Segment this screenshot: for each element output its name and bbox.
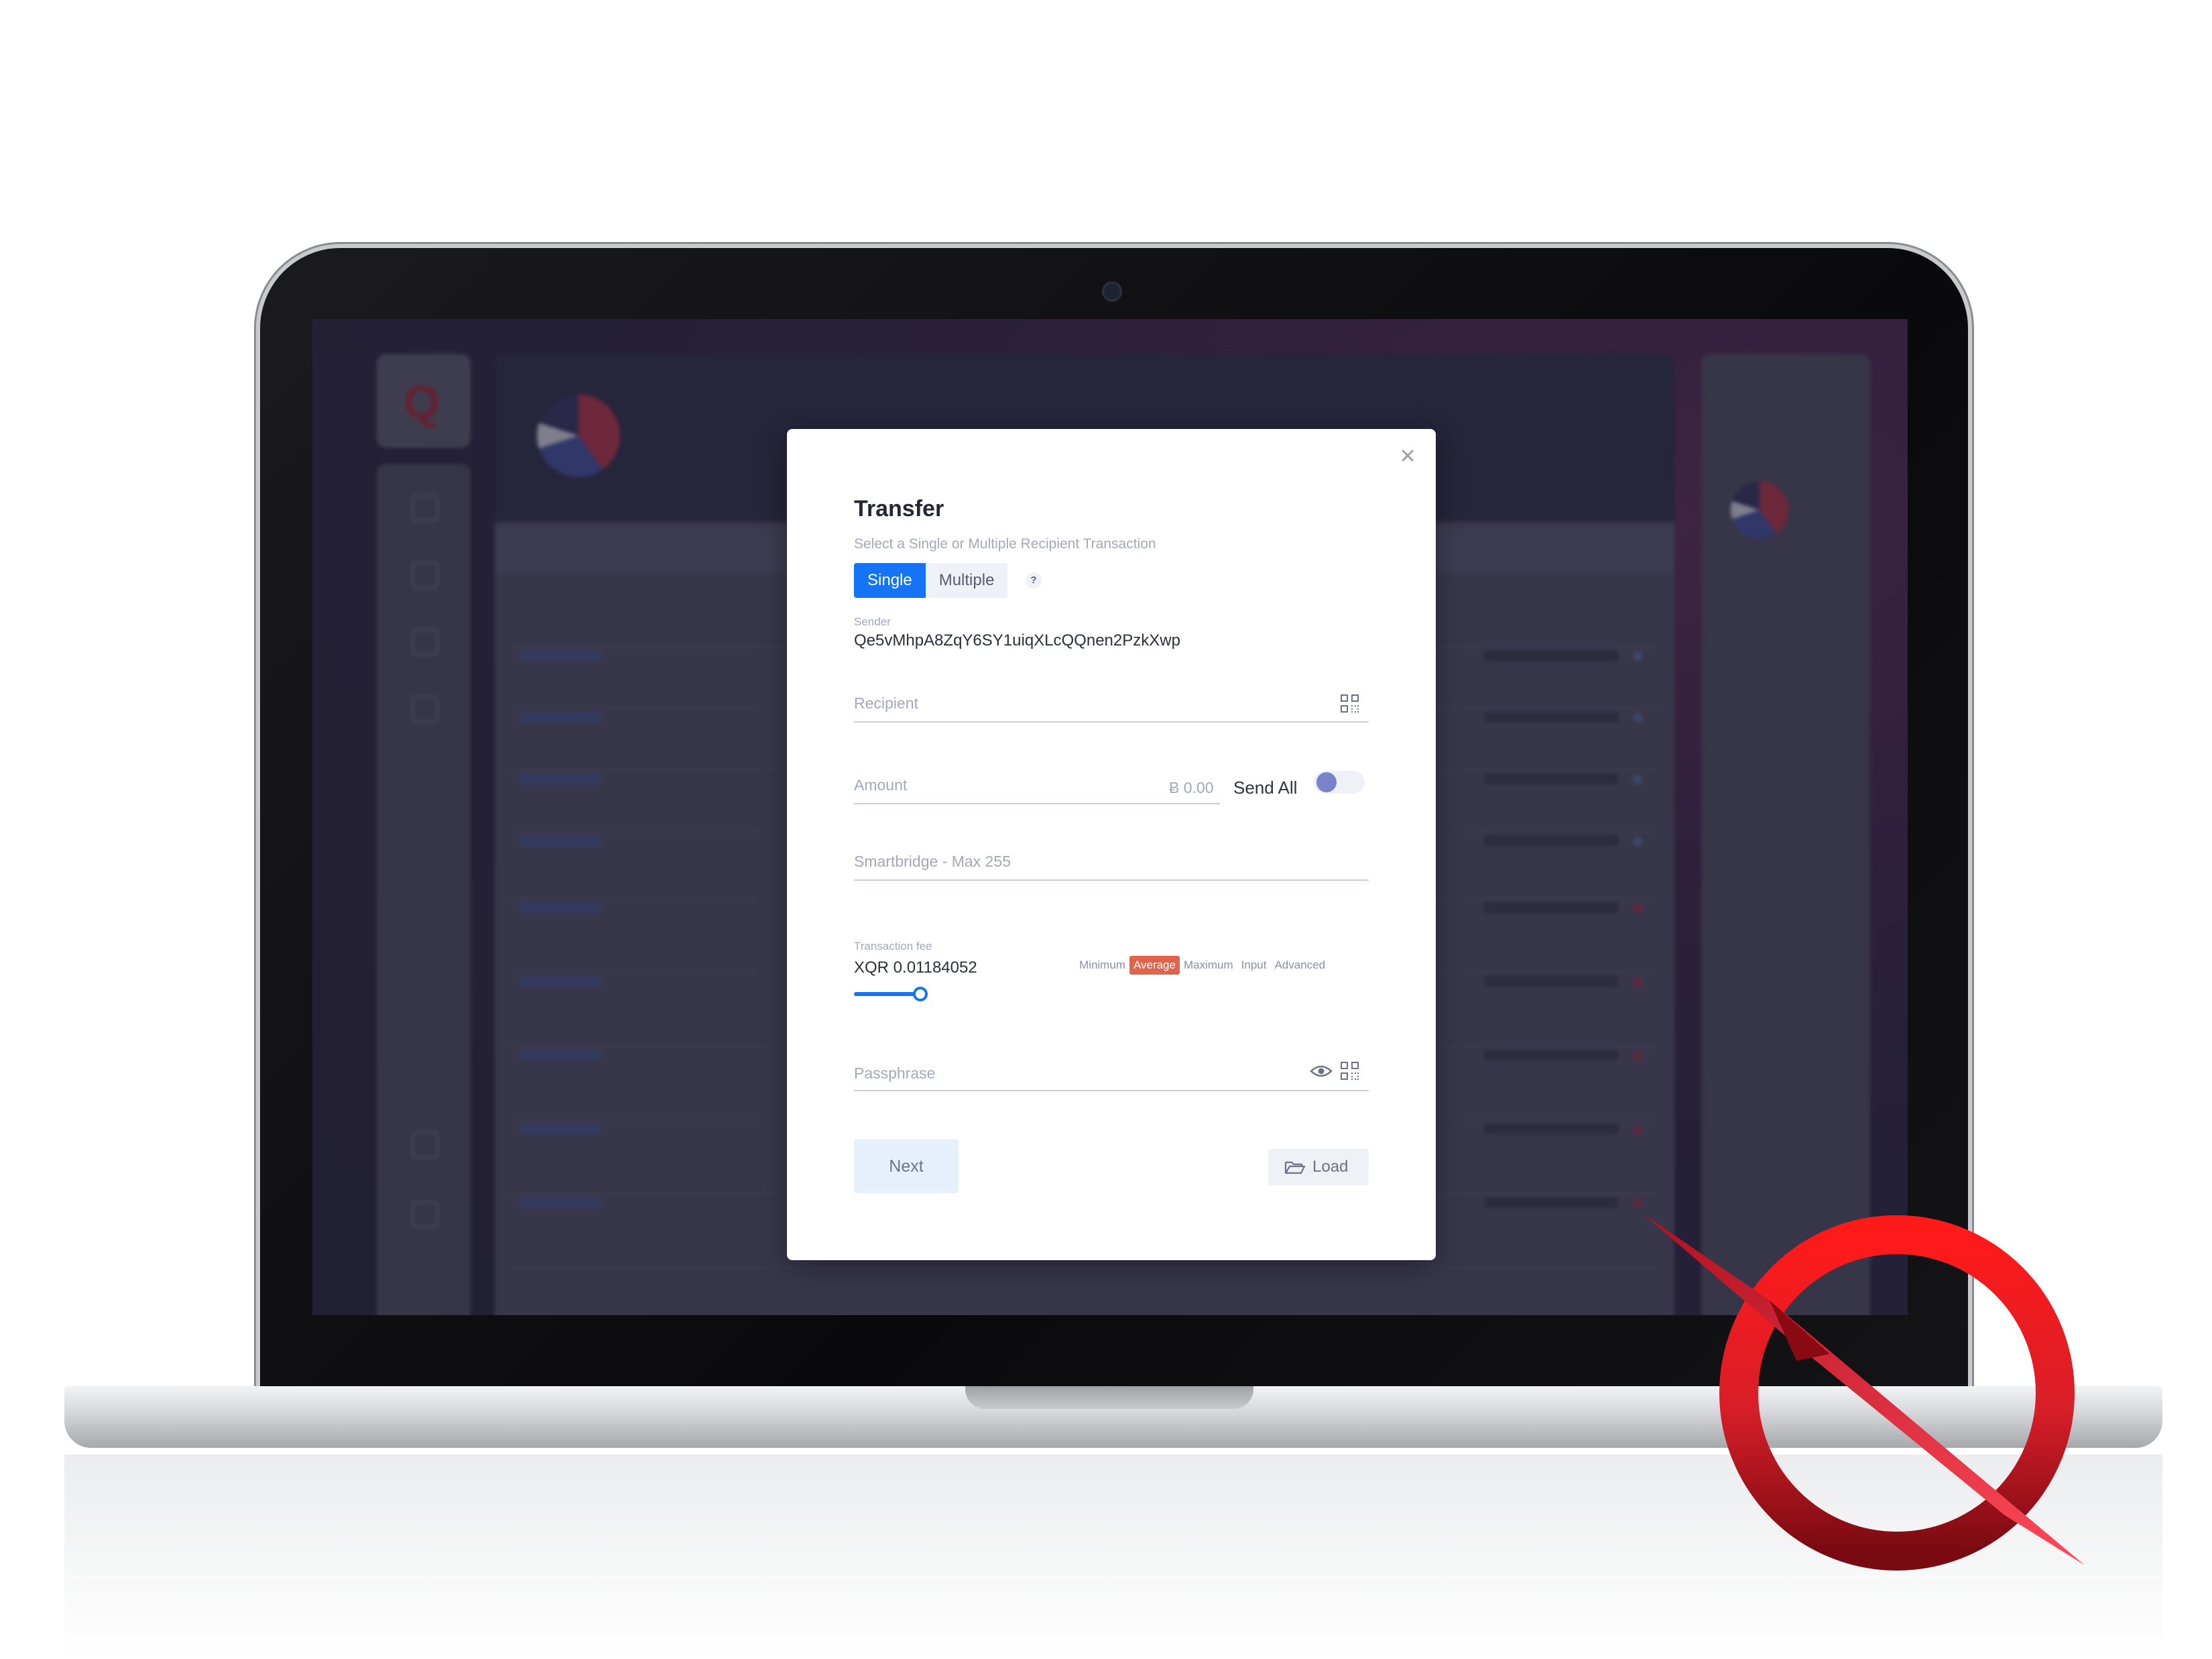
fee-value: XQR 0.01184052	[854, 959, 977, 977]
recipient-type-toggle: Single Multiple	[854, 563, 1008, 598]
recipient-underline	[854, 721, 1369, 723]
fee-slider-track	[854, 992, 920, 996]
fee-option-maximum[interactable]: Maximum	[1180, 956, 1237, 975]
fee-option-minimum[interactable]: Minimum	[1075, 956, 1129, 975]
close-icon[interactable]: ×	[1394, 442, 1421, 469]
passphrase-input[interactable]: Passphrase	[854, 1064, 935, 1083]
smartbridge-input[interactable]: Smartbridge - Max 255	[854, 853, 1011, 871]
smartbridge-underline	[854, 879, 1369, 881]
qr-code-icon[interactable]	[1341, 694, 1361, 715]
toggle-knob	[1316, 772, 1337, 792]
send-all-label: Send All	[1233, 778, 1298, 798]
fee-label: Transaction fee	[854, 940, 932, 953]
fee-option-average[interactable]: Average	[1129, 956, 1180, 975]
webcam	[1102, 282, 1122, 302]
transfer-modal: × Transfer Select a Single or Multiple R…	[787, 429, 1436, 1260]
amount-value: Ƀ 0.00	[1169, 779, 1214, 796]
tab-multiple[interactable]: Multiple	[925, 563, 1008, 598]
modal-subtitle: Select a Single or Multiple Recipient Tr…	[854, 536, 1156, 552]
fee-option-advanced[interactable]: Advanced	[1270, 956, 1329, 975]
load-button[interactable]: Load	[1268, 1149, 1369, 1185]
modal-title: Transfer	[854, 496, 944, 521]
next-button[interactable]: Next	[854, 1140, 959, 1193]
fee-option-input[interactable]: Input	[1237, 956, 1271, 975]
load-label: Load	[1312, 1158, 1349, 1176]
tab-single[interactable]: Single	[854, 563, 926, 598]
sender-address: Qe5vMhpA8ZqY6SY1uiqXLcQQnen2PzkXwp	[854, 631, 1180, 650]
send-all-toggle[interactable]	[1314, 771, 1365, 794]
folder-open-icon	[1284, 1161, 1306, 1174]
amount-underline	[854, 803, 1220, 804]
eye-icon[interactable]	[1310, 1064, 1333, 1078]
brand-logo	[1642, 1213, 2085, 1571]
fee-options: Minimum Average Maximum Input Advanced	[1075, 956, 1329, 975]
qr-code-icon[interactable]	[1341, 1062, 1361, 1082]
help-icon[interactable]: ?	[1026, 572, 1042, 589]
recipient-input[interactable]: Recipient	[854, 694, 918, 713]
passphrase-underline	[854, 1090, 1369, 1091]
fee-slider-handle[interactable]	[913, 987, 928, 1001]
laptop-notch	[965, 1386, 1253, 1409]
amount-input[interactable]: Amount	[854, 776, 907, 794]
sender-label: Sender	[854, 615, 891, 628]
